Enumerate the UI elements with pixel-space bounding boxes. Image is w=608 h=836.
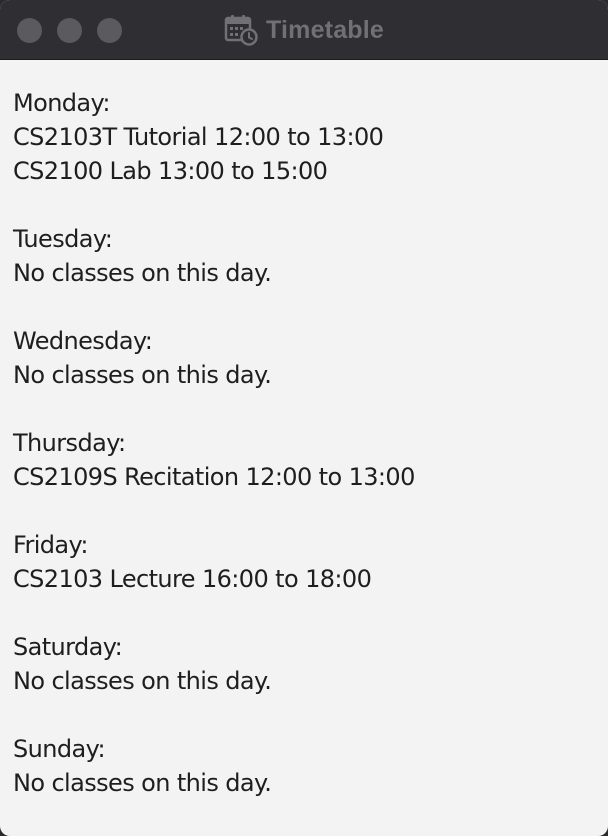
class-entry: CS2109S Recitation 12:00 to 13:00 [13,463,415,491]
class-entry: CS2103 Lecture 16:00 to 18:00 [13,565,372,593]
window-title: Timetable [265,15,385,44]
class-entry: No classes on this day. [13,259,272,287]
day-heading: Sunday: [13,735,106,763]
day-heading: Thursday: [13,429,126,457]
day-block: Friday: CS2103 Lecture 16:00 to 18:00 [13,528,598,596]
day-heading: Monday: [13,89,110,117]
day-block: Tuesday: No classes on this day. [13,222,598,290]
day-heading: Tuesday: [13,225,113,253]
class-entry: CS2103T Tutorial 12:00 to 13:00 [13,123,384,151]
day-block: Sunday: No classes on this day. [13,732,598,800]
timetable-content: Monday: CS2103T Tutorial 12:00 to 13:00 CS… [13,86,598,800]
day-block: Saturday: No classes on this day. [13,630,598,698]
day-block: Wednesday: No classes on this day. [13,324,598,392]
timetable-window: Timetable Monday: CS2103T Tutorial 12:00 … [0,0,608,836]
day-heading: Friday: [13,531,88,559]
day-heading: Saturday: [13,633,123,661]
day-heading: Wednesday: [13,327,153,355]
window-title-group: Timetable [0,0,608,60]
title-bar[interactable]: Timetable [0,0,608,60]
class-entry: No classes on this day. [13,361,272,389]
class-entry: No classes on this day. [13,667,272,695]
class-entry: CS2100 Lab 13:00 to 15:00 [13,157,328,185]
day-block: Monday: CS2103T Tutorial 12:00 to 13:00 CS… [13,86,598,188]
class-entry: No classes on this day. [13,769,272,797]
day-block: Thursday: CS2109S Recitation 12:00 to 13:… [13,426,598,494]
calendar-clock-icon [224,15,258,46]
